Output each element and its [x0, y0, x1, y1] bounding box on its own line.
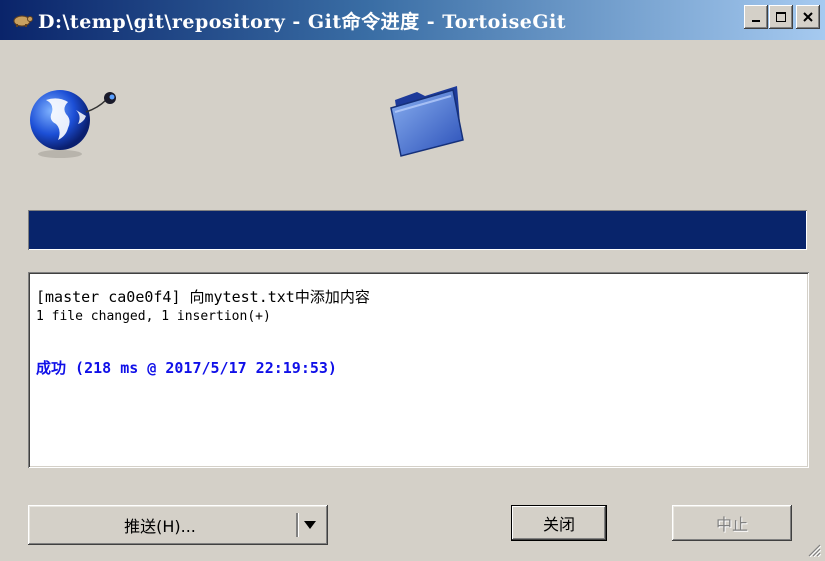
close-button[interactable]: 关闭	[511, 505, 607, 541]
tortoise-icon	[13, 15, 33, 27]
title-bar: D:\temp\git\repository - Git命令进度 - Torto…	[0, 0, 825, 40]
window-title: D:\temp\git\repository - Git命令进度 - Torto…	[38, 11, 567, 33]
success-label: 成功	[36, 359, 67, 377]
push-button[interactable]: 推送(H)...	[28, 505, 328, 545]
commit-summary-line: [master ca0e0f4] 向mytest.txt中添加内容	[36, 288, 370, 306]
success-detail: (218 ms @ 2017/5/17 22:19:53)	[66, 359, 337, 377]
success-line: 成功 (218 ms @ 2017/5/17 22:19:53)	[36, 357, 337, 378]
folder-icon	[390, 86, 464, 157]
resize-grip-icon[interactable]	[807, 543, 821, 557]
minimize-button[interactable]	[744, 5, 768, 29]
abort-button[interactable]: 中止	[672, 505, 792, 541]
changes-summary-line: 1 file changed, 1 insertion(+)	[36, 309, 271, 324]
chevron-down-icon[interactable]	[304, 521, 316, 529]
split-separator	[296, 513, 299, 537]
maximize-button[interactable]	[769, 5, 793, 29]
push-button-label: 推送(H)...	[124, 517, 196, 536]
maximize-icon	[776, 12, 786, 22]
git-progress-dialog: D:\temp\git\repository - Git命令进度 - Torto…	[0, 0, 825, 561]
output-log[interactable]: [master ca0e0f4] 向mytest.txt中添加内容 1 file…	[28, 272, 809, 468]
close-window-button[interactable]	[796, 5, 820, 29]
minimize-icon	[752, 20, 760, 22]
progress-bar	[28, 210, 807, 250]
close-icon	[803, 12, 813, 22]
globe-network-icon	[30, 90, 116, 158]
